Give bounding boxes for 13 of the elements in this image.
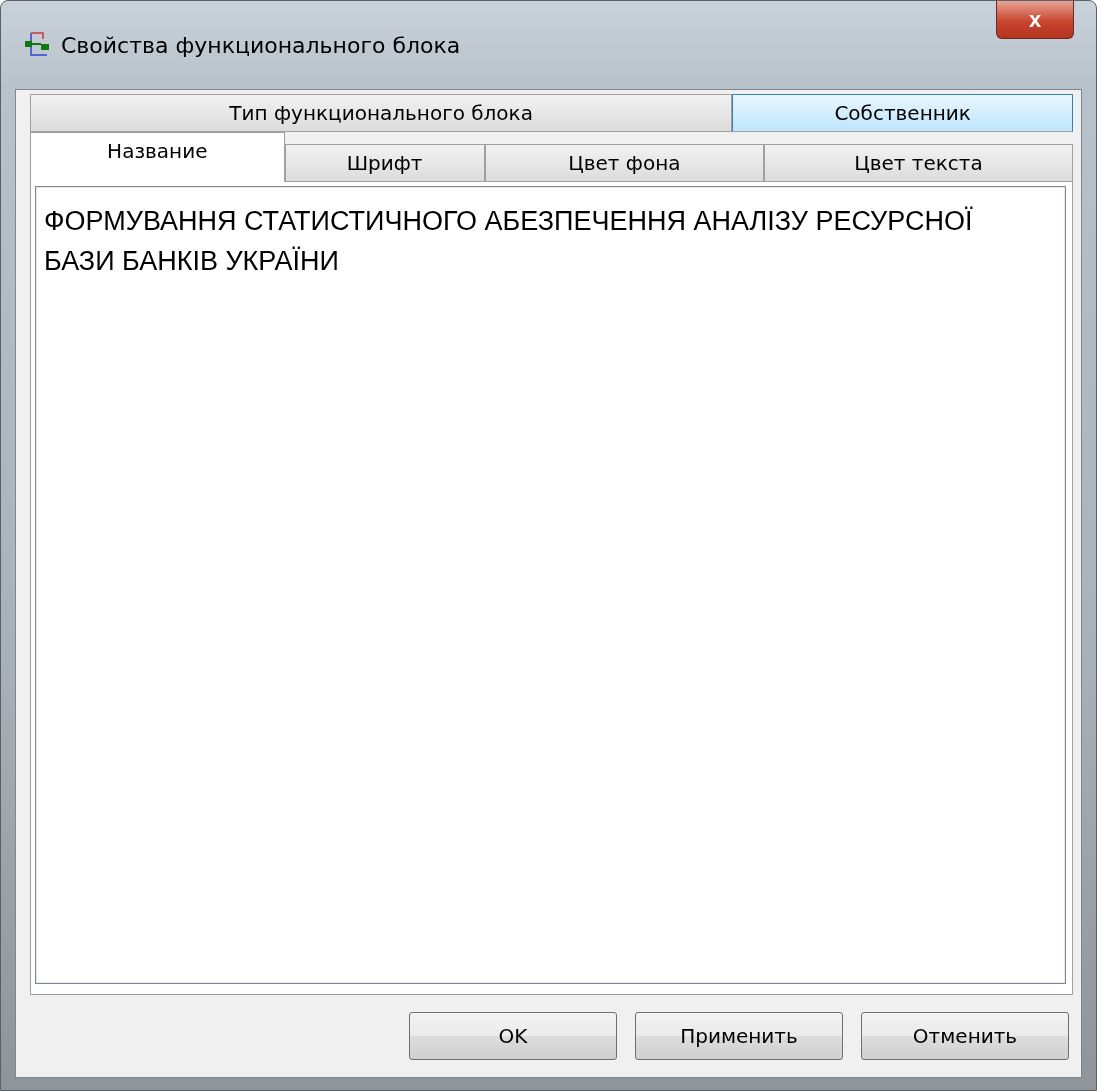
ok-button[interactable]: OK — [409, 1012, 617, 1060]
window-title: Свойства функционального блока — [61, 32, 462, 58]
apply-button[interactable]: Применить — [635, 1012, 843, 1060]
tab[interactable]: Название — [30, 132, 285, 182]
tab[interactable]: Собственник — [732, 94, 1073, 132]
tab[interactable]: Цвет текста — [764, 144, 1073, 182]
close-button[interactable]: x — [996, 1, 1074, 39]
tab[interactable]: Цвет фона — [484, 144, 764, 182]
name-text-field[interactable]: ФОРМУВАННЯ СТАТИСТИЧНОГО АБЕЗПЕЧЕННЯ АНАЛІЗУ РЕСУРСНОЇ БАЗИ БАНКІВ УКРАЇНИ — [35, 186, 1066, 984]
cancel-button[interactable]: Отменить — [861, 1012, 1069, 1060]
block-diagram-icon — [23, 31, 51, 59]
tab[interactable]: Тип функционального блока — [30, 94, 733, 132]
tab[interactable]: Шрифт — [284, 144, 485, 182]
